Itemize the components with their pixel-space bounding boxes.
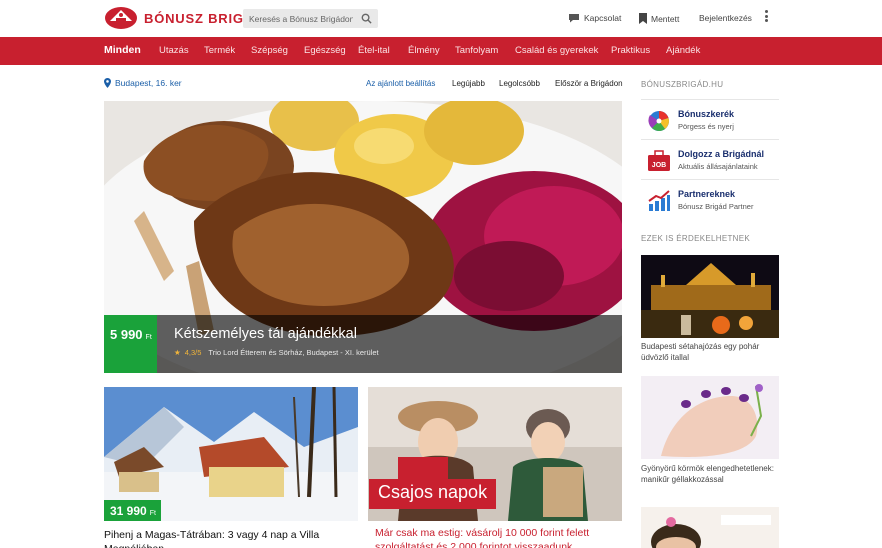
hero-price: 5 990 [110,327,143,342]
location-label: Budapest, 16. ker [115,78,182,88]
hero-deal[interactable]: 5 990 Ft Kétszemélyes tál ajándékkal ★ 4… [104,101,622,373]
logo-mark-icon [104,6,138,30]
contact-label: Kapcsolat [584,13,622,23]
suggestion-caption[interactable]: Budapesti sétahajózás egy pohár üdvözlő … [641,341,779,363]
saved-link[interactable]: Mentett [639,13,679,24]
login-link[interactable]: Bejelentkezés [699,13,752,23]
nav-item-utazas[interactable]: Utazás [159,45,189,56]
nav-item-praktikus[interactable]: Praktikus [611,45,650,56]
search-box [243,9,378,29]
deal-card-csajos-napok[interactable]: Csajos napok [368,387,622,521]
suggestion-caption[interactable]: Gyönyörű körmök elengedhetetlenek: manik… [641,463,779,485]
sort-cheapest[interactable]: Legolcsóbb [499,79,540,88]
svg-text:JOB: JOB [652,162,666,169]
search-input[interactable] [243,9,353,29]
nav-item-minden[interactable]: Minden [104,44,141,56]
sidebar-link-dolgozz[interactable]: JOB Dolgozz a Brigádnál Aktuális állásaj… [641,139,779,179]
sidebar-link-subtitle: Aktuális állásajánlataink [678,162,758,171]
budapest-night-image [641,255,779,338]
nav-item-etel-ital[interactable]: Étel-ital [358,45,390,56]
hero-caption-bar [104,315,622,373]
login-label: Bejelentkezés [699,13,752,23]
chat-bubble-icon [569,14,579,23]
wheel-icon [648,111,669,131]
hero-currency: Ft [145,334,152,341]
sidebar-link-bonuszkerek[interactable]: Bónuszkerék Pörgess és nyerj [641,99,779,139]
card-price: 31 990 [110,504,147,518]
nav-item-egeszseg[interactable]: Egészség [304,45,346,56]
nav-item-csalad[interactable]: Család és gyerekek [515,45,598,56]
suggestion-spa[interactable] [641,507,779,548]
hero-rating: 4,3/5 [184,348,202,357]
sidebar-link-partnereknek[interactable]: Partnereknek Bónusz Brigád Partner [641,179,779,219]
sort-newest[interactable]: Legújabb [452,79,485,88]
saved-label: Mentett [651,13,680,24]
hero-venue: Trio Lord Étterem és Sörház, Budapest - … [208,348,379,357]
sidebar-link-subtitle: Bónusz Brigád Partner [678,202,754,211]
nav-item-ajandek[interactable]: Ajándék [666,45,700,56]
suggestion-cruise[interactable] [641,255,779,338]
hero-meta: ★ 4,3/5 Trio Lord Étterem és Sörház, Bud… [174,348,379,357]
sort-recommended[interactable]: Az ajánlott beállítás [366,79,435,88]
spa-image [641,507,779,548]
card-title-tatra[interactable]: Pihenj a Magas-Tátrában: 3 vagy 4 nap a … [104,528,358,548]
map-pin-icon [104,78,111,88]
sort-first-on-brigad[interactable]: Először a Brigádon [555,79,623,88]
sidebar-link-title: Dolgozz a Brigádnál [678,149,765,159]
category-nav: Minden Utazás Termék Szépség Egészség Ét… [0,37,882,65]
suggestion-manicure[interactable] [641,376,779,459]
top-header: BÓNUSZ BRIGÁD Kapcsolat Mentett Bejelent… [0,0,882,37]
card-price-badge: 31 990 Ft [104,500,161,521]
sidebar-site-label: BÓNUSZBRIGÁD.HU [641,80,724,89]
sidebar-link-subtitle: Pörgess és nyerj [678,122,734,131]
chart-icon [648,190,670,211]
hero-title[interactable]: Kétszemélyes tál ajándékkal [174,326,357,342]
nav-item-tanfolyam[interactable]: Tanfolyam [455,45,498,56]
manicure-image [641,376,779,459]
card-currency: Ft [149,510,156,517]
hero-price-badge: 5 990 Ft [104,315,157,373]
nav-item-elmeny[interactable]: Élmény [408,45,440,56]
location-selector[interactable]: Budapest, 16. ker [104,78,182,88]
card-title-csajos-napok[interactable]: Már csak ma estig: vásárolj 10 000 forin… [375,526,615,548]
nav-item-szepseg[interactable]: Szépség [251,45,288,56]
nav-item-termek[interactable]: Termék [204,45,235,56]
sidebar-link-title: Bónuszkerék [678,109,735,119]
sidebar-link-title: Partnereknek [678,189,736,199]
deal-card-tatra[interactable]: 31 990 Ft [104,387,358,521]
contact-link[interactable]: Kapcsolat [568,13,621,23]
kebab-menu-icon[interactable] [763,10,769,24]
search-icon[interactable] [361,13,372,24]
job-icon: JOB [648,150,670,171]
sidebar-also-label: EZEK IS ÉRDEKELHETNEK [641,234,750,243]
star-icon: ★ [174,348,181,357]
bookmark-icon [639,13,647,24]
filter-bar: Budapest, 16. ker Az ajánlott beállítás … [104,74,623,92]
csajos-napok-badge: Csajos napok [369,479,497,509]
bonusz-brigad-logo[interactable]: BÓNUSZ BRIGÁD [104,6,264,30]
